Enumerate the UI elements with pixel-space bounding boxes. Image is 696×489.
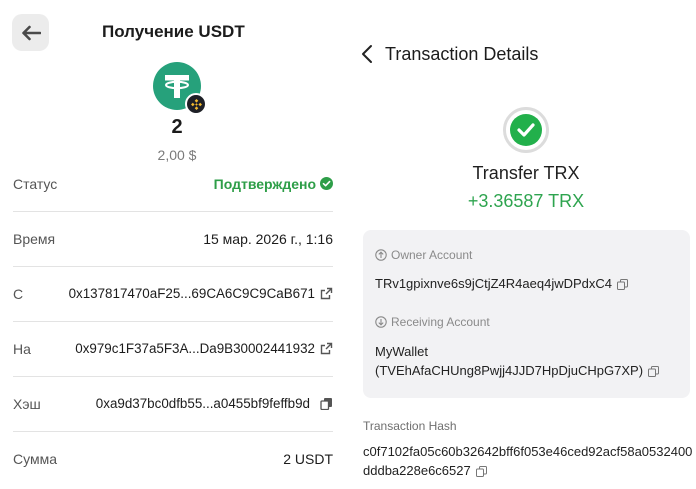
transaction-type: Transfer TRX <box>472 163 580 183</box>
status-row: Статус Подтверждено <box>13 156 333 212</box>
transaction-hash-text[interactable]: c0f7102fa05c60b32642bff6f053e46ced92acf5… <box>363 444 692 478</box>
chain-badge <box>185 93 207 115</box>
copy-icon[interactable] <box>648 366 660 378</box>
bnb-chain-icon <box>190 98 202 110</box>
arrow-down-circle-icon <box>375 316 387 328</box>
receiving-address[interactable]: (TVEhAfaCHUng8Pwjj4JJD7HpDjuCHpG7XP) <box>375 363 643 378</box>
from-value[interactable]: 0x137817470aF25...69CA6C9C9CaB671 <box>69 286 333 301</box>
to-label: На <box>13 340 31 357</box>
receiving-account-label: Receiving Account <box>375 315 490 329</box>
external-link-icon[interactable] <box>320 342 333 355</box>
hash-text[interactable]: 0xa9d37bc0dfb55...a0455bf9feffb9d <box>96 396 310 411</box>
success-check-icon <box>517 123 535 137</box>
token-amount: 2 <box>171 116 183 138</box>
status-label: Статус <box>13 175 58 192</box>
owner-account-label: Owner Account <box>375 248 472 262</box>
page-title: Получение USDT <box>102 22 245 41</box>
transaction-details-panel: Transaction Details Transfer TRX +3.3658… <box>348 0 696 489</box>
time-value: 15 мар. 2026 г., 1:16 <box>203 230 333 247</box>
copy-icon[interactable] <box>320 397 333 410</box>
arrow-up-circle-icon <box>375 249 387 261</box>
details-title: Transaction Details <box>385 44 539 64</box>
amount-row: Сумма 2 USDT <box>13 431 333 487</box>
owner-account-value[interactable]: TRv1gpixnve6s9jCtjZ4R4aeq4jwDPdxC4 <box>375 274 628 293</box>
transaction-hash-label: Transaction Hash <box>363 419 457 433</box>
external-link-icon[interactable] <box>320 287 333 300</box>
from-address[interactable]: 0x137817470aF25...69CA6C9C9CaB671 <box>69 286 315 301</box>
time-row: Время 15 мар. 2026 г., 1:16 <box>13 211 333 267</box>
accounts-card: Owner Account TRv1gpixnve6s9jCtjZ4R4aeq4… <box>363 230 690 398</box>
copy-icon[interactable] <box>617 279 628 291</box>
back-arrow-icon <box>21 25 41 40</box>
back-button[interactable] <box>12 14 49 51</box>
hash-label: Хэш <box>13 395 41 412</box>
hash-row: Хэш 0xa9d37bc0dfb55...a0455bf9feffb9d <box>13 376 333 432</box>
usdt-receive-panel: Получение USDT 2 2,00 $ Статус Подтвержд… <box>0 0 348 489</box>
token-logo <box>153 62 207 115</box>
receiving-wallet-name: MyWallet <box>375 344 428 359</box>
to-row: На 0x979c1F37a5F3A...Da9B30002441932 <box>13 321 333 377</box>
success-badge <box>503 107 549 153</box>
check-circle-icon <box>320 177 333 190</box>
receiving-account-value[interactable]: MyWallet (TVEhAfaCHUng8Pwjj4JJD7HpDjuCHp… <box>375 342 660 380</box>
status-value: Подтверждено <box>214 176 333 192</box>
amount-label: Сумма <box>13 451 57 467</box>
chevron-left-icon[interactable] <box>360 44 376 64</box>
amount-value: 2 USDT <box>283 451 333 467</box>
status-text: Подтверждено <box>213 175 316 192</box>
transaction-hash-value[interactable]: c0f7102fa05c60b32642bff6f053e46ced92acf5… <box>363 442 695 480</box>
owner-address[interactable]: TRv1gpixnve6s9jCtjZ4R4aeq4jwDPdxC4 <box>375 276 612 291</box>
from-row: С 0x137817470aF25...69CA6C9C9CaB671 <box>13 266 333 322</box>
hash-value[interactable]: 0xa9d37bc0dfb55...a0455bf9feffb9d <box>96 396 333 411</box>
from-label: С <box>13 285 24 302</box>
time-label: Время <box>13 230 56 247</box>
transaction-amount: +3.36587 TRX <box>467 191 585 211</box>
to-value[interactable]: 0x979c1F37a5F3A...Da9B30002441932 <box>75 341 333 356</box>
copy-icon[interactable] <box>475 466 487 478</box>
to-address[interactable]: 0x979c1F37a5F3A...Da9B30002441932 <box>75 341 315 356</box>
